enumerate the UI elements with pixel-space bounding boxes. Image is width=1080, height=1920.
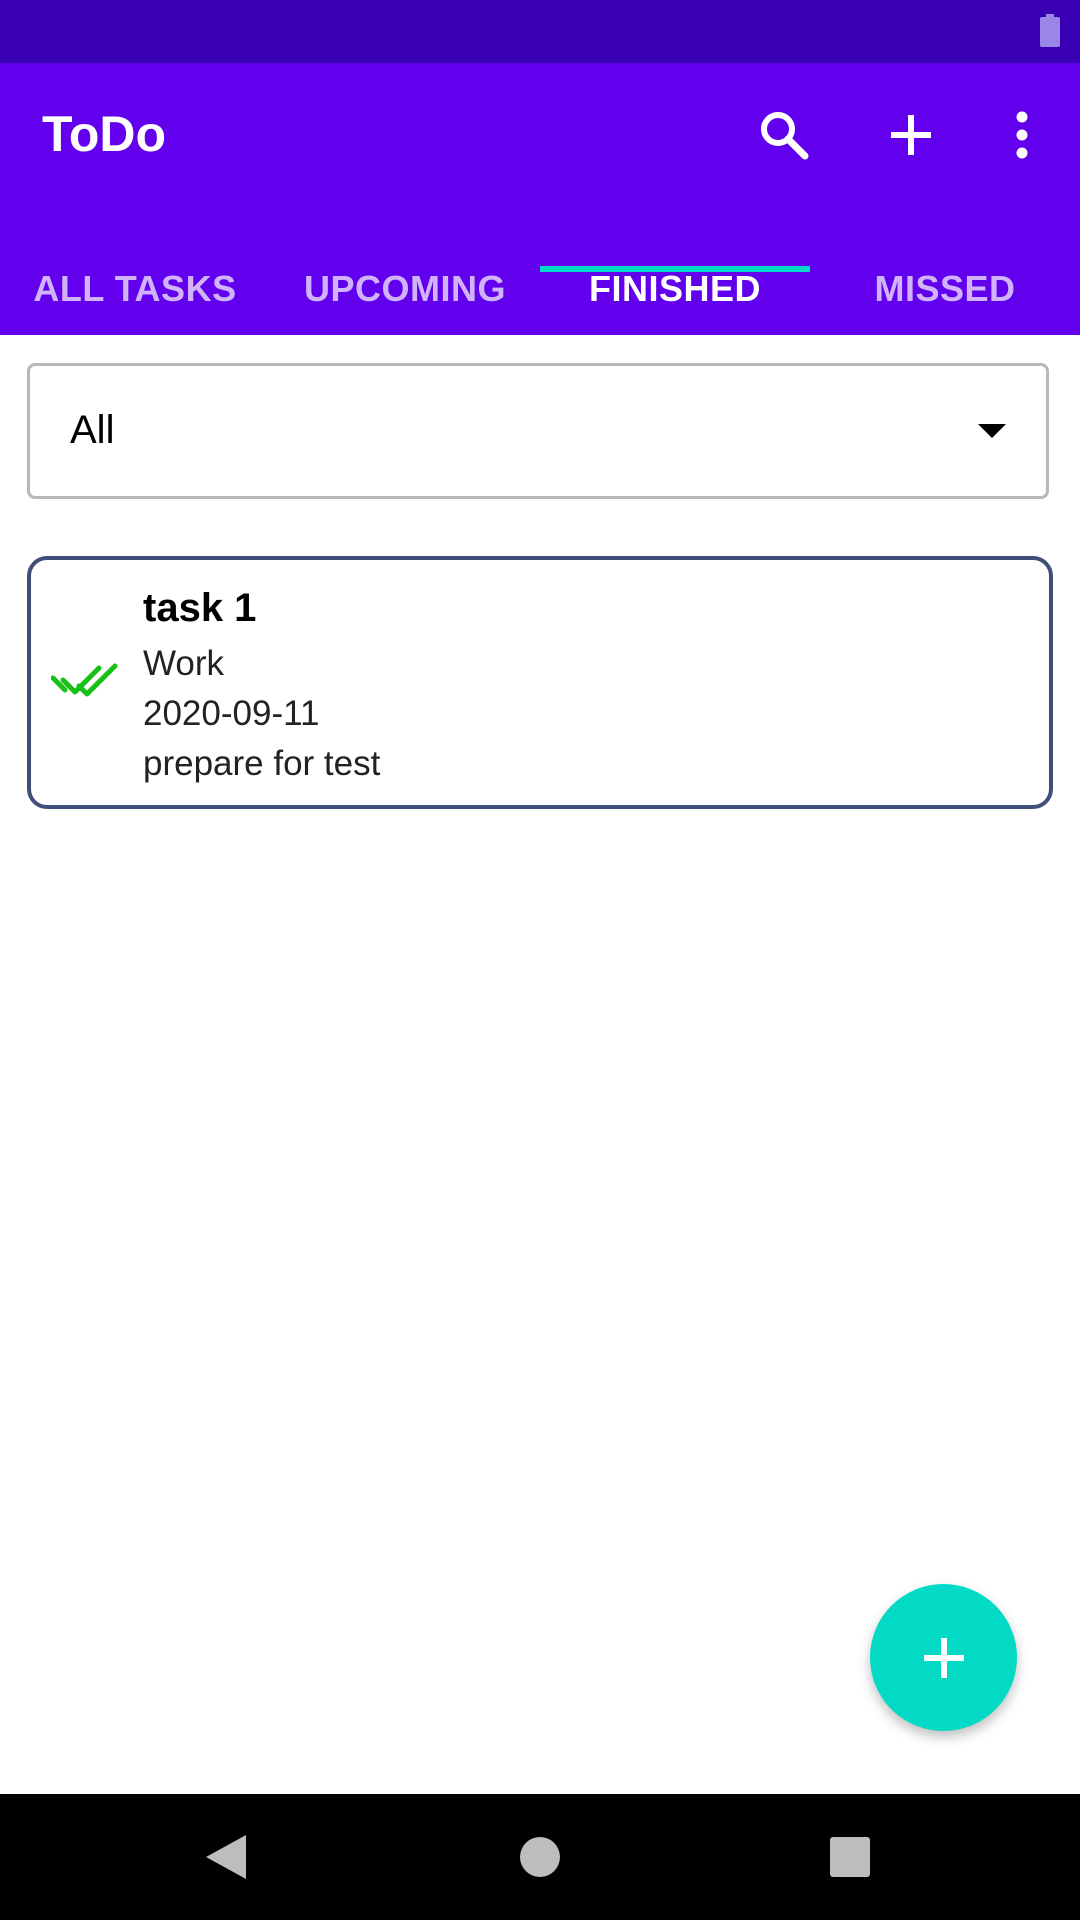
tab-indicator: [540, 266, 810, 272]
task-category: Work: [143, 644, 225, 683]
dropdown-selected-value: All: [70, 408, 115, 452]
home-icon[interactable]: [510, 1827, 570, 1887]
task-details: task 1 Work 2020-09-11 prepare for test: [143, 588, 380, 796]
app-bar: ToDo ALL TASKS UPCOMING FINISHED MISSED: [0, 63, 1080, 335]
battery-icon: [1040, 14, 1060, 47]
task-title: task 1: [143, 586, 257, 630]
tab-upcoming[interactable]: UPCOMING: [270, 243, 540, 335]
status-bar: [0, 0, 1080, 63]
add-task-toolbar-button[interactable]: [879, 103, 943, 167]
tab-all-tasks[interactable]: ALL TASKS: [0, 243, 270, 335]
task-date: 2020-09-11: [143, 694, 320, 733]
more-options-icon[interactable]: [990, 103, 1054, 167]
tab-missed[interactable]: MISSED: [810, 243, 1080, 335]
search-icon[interactable]: [752, 103, 816, 167]
plus-icon: [923, 1637, 964, 1678]
tab-finished[interactable]: FINISHED: [540, 243, 810, 335]
add-task-fab[interactable]: [870, 1584, 1017, 1731]
task-card[interactable]: task 1 Work 2020-09-11 prepare for test: [27, 556, 1053, 809]
plus-icon: [891, 115, 931, 155]
app-title: ToDo: [42, 106, 167, 162]
back-icon[interactable]: [196, 1827, 256, 1887]
category-filter-dropdown[interactable]: All: [27, 363, 1049, 499]
tab-bar: ALL TASKS UPCOMING FINISHED MISSED: [0, 243, 1080, 335]
dropdown-arrow-icon: [978, 424, 1006, 438]
task-description: prepare for test: [143, 744, 381, 783]
double-check-icon: [51, 663, 118, 697]
system-navigation-bar: [0, 1794, 1080, 1920]
recents-icon[interactable]: [820, 1827, 880, 1887]
